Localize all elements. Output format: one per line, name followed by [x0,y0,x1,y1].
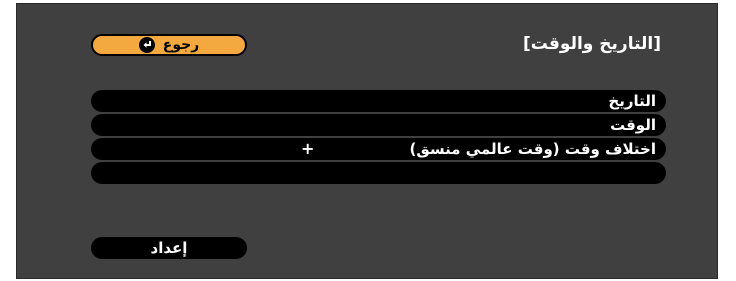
utc-offset-item[interactable]: اختلاف وقت (وقت عالمي منسق) + [91,138,666,160]
back-button-label: رجوع [162,37,200,53]
page-title: [التاريخ والوقت] [523,34,661,54]
time-label: الوقت [610,116,656,134]
settings-list: التاريخ الوقت اختلاف وقت (وقت عالمي منسق… [91,90,666,186]
setup-button-label: إعداد [150,239,188,257]
setup-button[interactable]: إعداد [91,237,247,259]
return-arrow-icon [138,37,155,53]
date-time-panel: [التاريخ والوقت] رجوع التاريخ الوقت اختل… [16,3,718,279]
empty-item[interactable] [91,162,666,184]
back-button[interactable]: رجوع [91,34,247,56]
date-item[interactable]: التاريخ [91,90,666,112]
time-item[interactable]: الوقت [91,114,666,136]
date-label: التاريخ [608,92,656,110]
utc-offset-sign: + [301,139,315,158]
utc-offset-label: اختلاف وقت (وقت عالمي منسق) [409,140,656,158]
